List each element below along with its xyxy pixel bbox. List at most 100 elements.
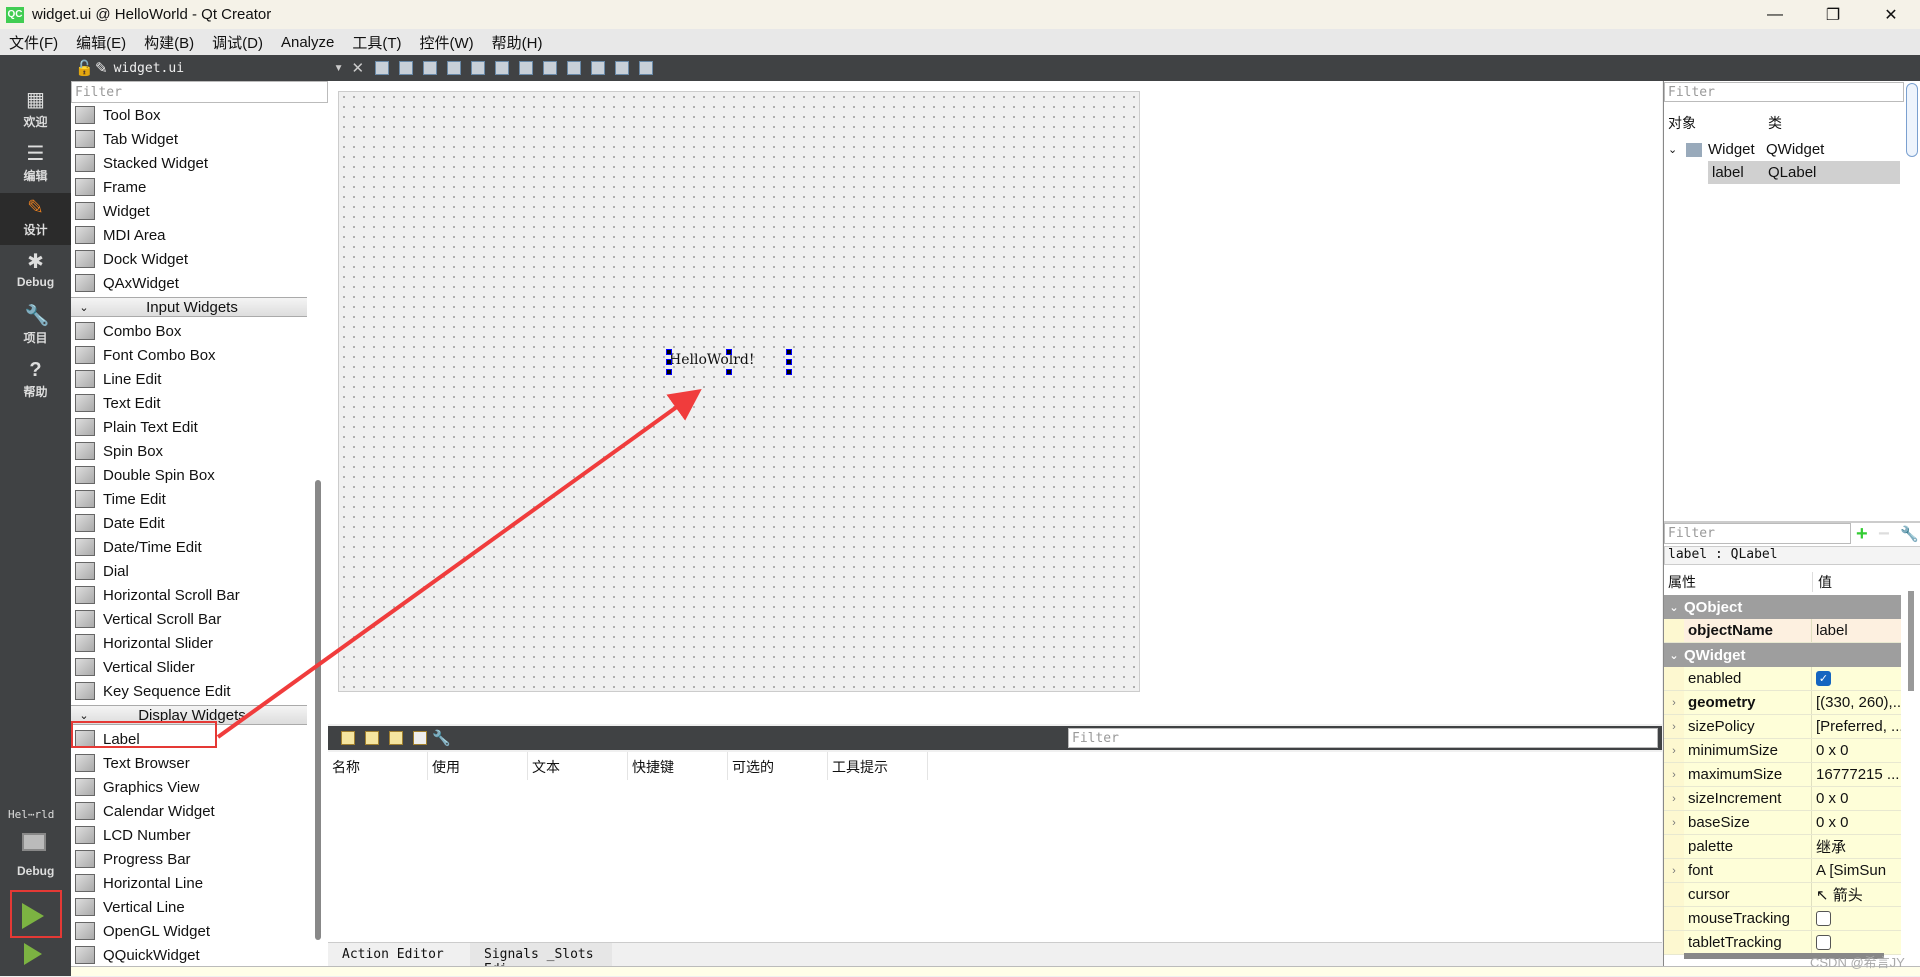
chevron-right-icon[interactable]: › <box>1664 739 1684 762</box>
form-widget[interactable] <box>338 91 1140 692</box>
property-value[interactable] <box>1812 931 1901 954</box>
widget-box-scrollbar[interactable] <box>315 480 321 940</box>
widget-item[interactable]: Key Sequence Edit <box>71 679 307 703</box>
delete-action-icon[interactable] <box>413 731 427 745</box>
mode-bug[interactable]: ✱ Debug <box>0 247 71 299</box>
menu-item[interactable]: Analyze <box>272 34 343 51</box>
widget-item[interactable]: Vertical Slider <box>71 655 307 679</box>
property-value[interactable]: ✓ <box>1812 667 1901 690</box>
chevron-down-icon[interactable]: ⌄ <box>71 709 97 722</box>
widget-item[interactable]: Combo Box <box>71 319 307 343</box>
property-row[interactable]: › baseSize 0 x 0 <box>1664 811 1901 835</box>
property-value[interactable]: [(330, 260),... <box>1812 691 1901 714</box>
property-filter-input[interactable]: Filter <box>1664 523 1851 544</box>
mode-grid[interactable]: ▦ 欢迎 <box>0 85 71 137</box>
resize-handle[interactable] <box>726 369 732 375</box>
widget-item[interactable]: Vertical Scroll Bar <box>71 607 307 631</box>
action-filter-input[interactable]: Filter <box>1068 728 1658 748</box>
resize-handle[interactable] <box>666 369 672 375</box>
column-header[interactable]: 可选的 <box>728 752 828 780</box>
widget-item[interactable]: Double Spin Box <box>71 463 307 487</box>
chevron-right-icon[interactable]: › <box>1664 715 1684 738</box>
widget-category[interactable]: ⌄ Input Widgets <box>71 297 307 317</box>
mode-wrench[interactable]: 🔧 项目 <box>0 301 71 353</box>
menu-item[interactable]: 文件(F) <box>0 32 67 53</box>
property-row[interactable]: › sizeIncrement 0 x 0 <box>1664 787 1901 811</box>
property-scrollbar[interactable] <box>1908 591 1914 691</box>
widget-item[interactable]: Line Edit <box>71 367 307 391</box>
monitor-icon[interactable] <box>22 833 46 851</box>
widget-item[interactable]: Text Edit <box>71 391 307 415</box>
property-row[interactable]: › maximumSize 16777215 ... <box>1664 763 1901 787</box>
property-row[interactable]: mouseTracking <box>1664 907 1901 931</box>
widget-item[interactable]: Progress Bar <box>71 847 307 871</box>
chevron-down-icon[interactable]: ⌄ <box>71 301 97 314</box>
layout-tool-icon[interactable] <box>639 61 654 75</box>
resize-handle[interactable] <box>786 349 792 355</box>
mode-document[interactable]: ☰ 编辑 <box>0 139 71 191</box>
property-value[interactable]: A [SimSun <box>1812 859 1901 882</box>
menu-item[interactable]: 构建(B) <box>135 32 203 53</box>
layout-tool-icon[interactable] <box>471 61 486 75</box>
layout-tool-icon[interactable] <box>519 61 534 75</box>
checkbox-checked[interactable]: ✓ <box>1816 671 1831 686</box>
layout-tool-icon[interactable] <box>495 61 510 75</box>
widget-item[interactable]: Font Combo Box <box>71 343 307 367</box>
chevron-down-icon[interactable]: ⌄ <box>1664 601 1684 614</box>
hello-label[interactable]: HelloWolrd! <box>669 352 755 368</box>
new-action-icon[interactable] <box>341 731 355 745</box>
checkbox-unchecked[interactable] <box>1816 935 1831 950</box>
column-header[interactable]: 名称 <box>328 752 428 780</box>
menu-item[interactable]: 工具(T) <box>343 32 410 53</box>
chevron-right-icon[interactable]: › <box>1664 811 1684 834</box>
menu-item[interactable]: 调试(D) <box>203 32 272 53</box>
mode-pencil[interactable]: ✎ 设计 <box>0 193 71 245</box>
widget-item[interactable]: Date Edit <box>71 511 307 535</box>
widget-filter-input[interactable]: Filter <box>71 81 328 103</box>
property-row[interactable]: cursor ↖ 箭头 <box>1664 883 1901 907</box>
minimize-button[interactable]: — <box>1746 0 1804 29</box>
widget-item[interactable]: Horizontal Line <box>71 871 307 895</box>
mode-help[interactable]: ? 帮助 <box>0 355 71 407</box>
widget-item[interactable]: MDI Area <box>71 223 307 247</box>
paste-action-icon[interactable] <box>389 731 403 745</box>
layout-tool-icon[interactable] <box>447 61 462 75</box>
widget-item[interactable]: Tool Box <box>71 103 307 127</box>
widget-item[interactable]: Horizontal Scroll Bar <box>71 583 307 607</box>
tree-row-label[interactable]: label QLabel <box>1708 161 1900 184</box>
object-filter-input[interactable]: Filter <box>1664 82 1904 102</box>
property-row[interactable]: palette 继承 <box>1664 835 1901 859</box>
widget-item[interactable]: Vertical Line <box>71 895 307 919</box>
widget-item[interactable]: Time Edit <box>71 487 307 511</box>
action-table[interactable] <box>328 780 1662 942</box>
property-value[interactable]: 0 x 0 <box>1812 811 1901 834</box>
copy-action-icon[interactable] <box>365 731 379 745</box>
resize-handle[interactable] <box>726 349 732 355</box>
property-value[interactable]: 0 x 0 <box>1812 739 1901 762</box>
property-value[interactable]: label <box>1812 619 1901 642</box>
widget-item[interactable]: OpenGL Widget <box>71 919 307 943</box>
layout-tool-icon[interactable] <box>423 61 438 75</box>
restore-button[interactable]: ❐ <box>1804 0 1862 29</box>
layout-tool-icon[interactable] <box>399 61 414 75</box>
widget-item[interactable]: Plain Text Edit <box>71 415 307 439</box>
widget-item[interactable]: Horizontal Slider <box>71 631 307 655</box>
property-row[interactable]: › font A [SimSun <box>1664 859 1901 883</box>
column-header[interactable]: 使用 <box>428 752 528 780</box>
menu-item[interactable]: 帮助(H) <box>483 32 552 53</box>
open-file-selector[interactable]: widget.ui <box>114 61 314 76</box>
widget-item[interactable]: Text Browser <box>71 751 307 775</box>
widget-item[interactable]: Widget <box>71 199 307 223</box>
debug-run-button[interactable] <box>24 943 42 965</box>
property-value[interactable] <box>1812 907 1901 930</box>
widget-item[interactable]: Calendar Widget <box>71 799 307 823</box>
widget-item[interactable]: Stacked Widget <box>71 151 307 175</box>
checkbox-unchecked[interactable] <box>1816 911 1831 926</box>
layout-tool-icon[interactable] <box>591 61 606 75</box>
chevron-down-icon[interactable]: ▼ <box>334 63 344 74</box>
widget-item[interactable]: QQuickWidget <box>71 943 307 966</box>
tree-row-widget[interactable]: ⌄ Widget QWidget <box>1668 138 1824 161</box>
property-group[interactable]: ⌄ QWidget <box>1664 643 1901 667</box>
resize-handle[interactable] <box>786 369 792 375</box>
property-row[interactable]: enabled ✓ <box>1664 667 1901 691</box>
